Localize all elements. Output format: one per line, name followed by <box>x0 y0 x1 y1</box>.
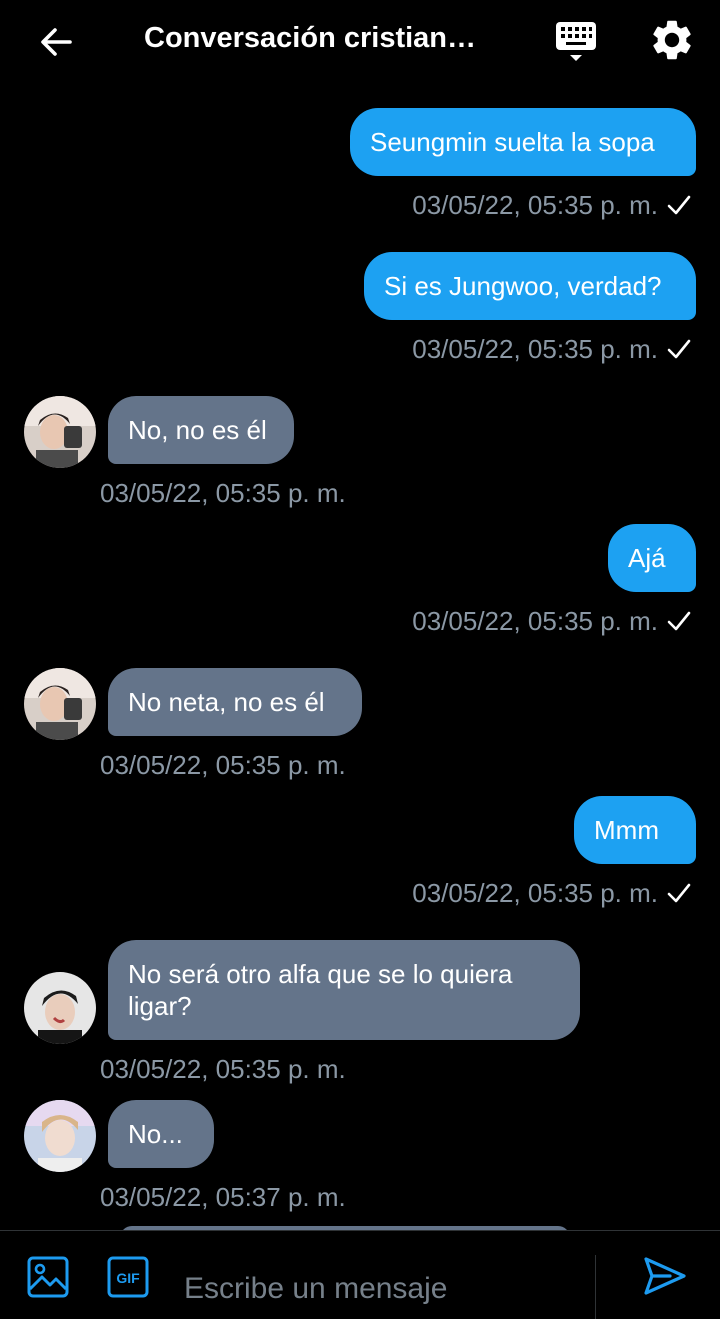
message-text: No neta, no es él <box>128 687 325 717</box>
arrow-left-icon <box>41 28 72 56</box>
back-button[interactable] <box>30 18 82 66</box>
composer-divider <box>595 1255 596 1319</box>
message-bubble-incoming[interactable]: No neta, no es él <box>108 668 362 736</box>
conversation-title: Conversación cristian… <box>144 22 476 54</box>
message-text: No será otro alfa que se lo quiera ligar… <box>128 959 513 1021</box>
message-bubble-outgoing[interactable]: Seungmin suelta la sopa <box>350 108 696 176</box>
message-timestamp: 03/05/22, 05:35 p. m. <box>412 606 658 636</box>
message-bubble-incoming[interactable]: No, no es él <box>108 396 294 464</box>
avatar-photo <box>24 668 96 740</box>
message-timestamp: 03/05/22, 05:35 p. m. <box>100 750 346 780</box>
avatar[interactable] <box>24 668 96 740</box>
media-button[interactable] <box>26 1255 70 1299</box>
gif-label: GIF <box>116 1270 140 1286</box>
image-icon <box>27 1256 69 1298</box>
checkmark-icon <box>667 195 691 215</box>
message-text: No, no es él <box>128 415 267 445</box>
checkmark-icon <box>667 883 691 903</box>
message-bubble-outgoing[interactable]: Mmm <box>574 796 696 864</box>
message-timestamp: 03/05/22, 05:35 p. m. <box>100 478 346 508</box>
chat-header: Conversación cristian… <box>0 0 720 84</box>
message-timestamp: 03/05/22, 05:35 p. m. <box>412 190 658 220</box>
message-timestamp: 03/05/22, 05:35 p. m. <box>412 878 658 908</box>
gif-icon: GIF <box>107 1256 149 1298</box>
message-composer: GIF <box>0 1230 720 1319</box>
message-bubble-incoming[interactable]: No... <box>108 1100 214 1168</box>
settings-button[interactable] <box>648 16 696 64</box>
checkmark-icon <box>667 339 691 359</box>
message-timestamp: 03/05/22, 05:37 p. m. <box>100 1182 346 1212</box>
checkmark-icon <box>667 611 691 631</box>
avatar[interactable] <box>24 1100 96 1172</box>
message-text: Seungmin suelta la sopa <box>370 127 655 157</box>
avatar-photo <box>24 396 96 468</box>
message-text: Si es Jungwoo, verdad? <box>384 271 662 301</box>
message-text: Ajá <box>628 543 666 573</box>
message-text: No... <box>128 1119 183 1149</box>
message-text: Mmm <box>594 815 659 845</box>
send-button[interactable] <box>640 1251 690 1301</box>
keyboard-icon <box>556 22 596 61</box>
chat-screen: Conversación cristian… Seungmin suelta l… <box>0 0 720 1319</box>
message-bubble-outgoing[interactable]: Ajá <box>608 524 696 592</box>
message-input[interactable] <box>184 1269 584 1309</box>
message-timestamp: 03/05/22, 05:35 p. m. <box>100 1054 346 1084</box>
gif-button[interactable]: GIF <box>106 1255 150 1299</box>
avatar-photo <box>24 972 96 1044</box>
keyboard-button[interactable] <box>552 18 600 66</box>
send-icon <box>644 1257 686 1295</box>
avatar[interactable] <box>24 396 96 468</box>
avatar[interactable] <box>24 972 96 1044</box>
avatar-photo <box>24 1100 96 1172</box>
message-bubble-incoming[interactable]: No será otro alfa que se lo quiera ligar… <box>108 940 580 1040</box>
gear-icon <box>653 20 691 60</box>
message-timestamp: 03/05/22, 05:35 p. m. <box>412 334 658 364</box>
message-bubble-outgoing[interactable]: Si es Jungwoo, verdad? <box>364 252 696 320</box>
